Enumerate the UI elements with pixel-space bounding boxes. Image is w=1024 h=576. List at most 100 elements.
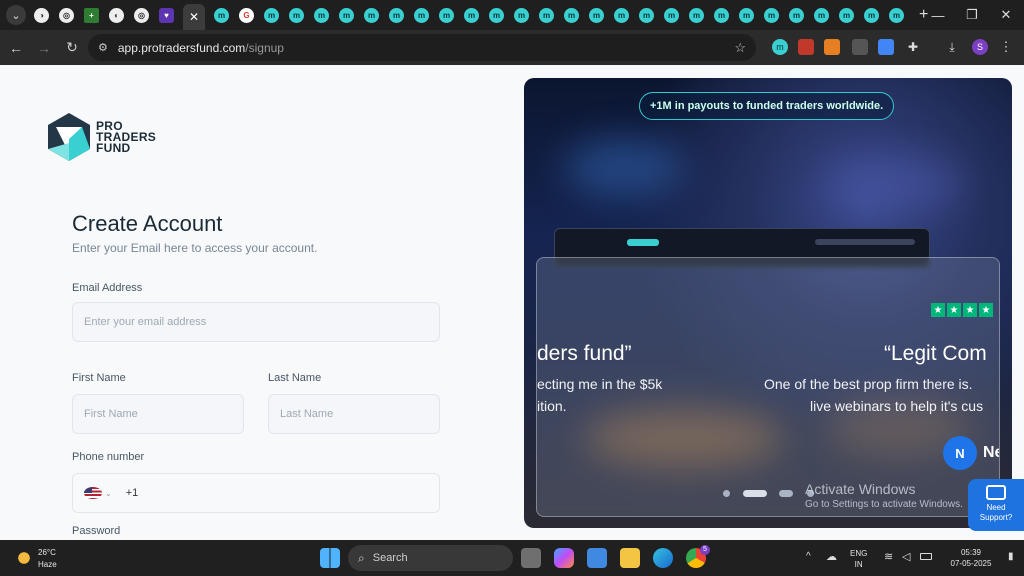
tab-favicon[interactable]: m xyxy=(864,7,879,23)
tab-favicon[interactable]: m xyxy=(764,7,779,23)
download-icon[interactable]: ⤓ xyxy=(944,39,960,55)
tab-favicon[interactable]: m xyxy=(739,7,754,23)
tab-favicon[interactable]: m xyxy=(539,7,554,23)
extension-icon[interactable] xyxy=(824,39,840,55)
tab-favicon[interactable]: G xyxy=(239,7,254,23)
review-quote-left: ders fund” xyxy=(537,342,632,365)
page-subtitle: Enter your Email here to access your acc… xyxy=(72,241,318,255)
task-view-icon[interactable] xyxy=(521,548,541,568)
store-icon[interactable] xyxy=(587,548,607,568)
tab-favicon[interactable]: m xyxy=(789,7,804,23)
active-tab[interactable]: ✕ xyxy=(183,4,205,30)
wifi-icon[interactable]: ≋ xyxy=(884,550,893,563)
tab-search-icon[interactable]: ⌄ xyxy=(6,5,26,25)
chevron-down-icon[interactable]: ⌄ xyxy=(105,489,112,498)
password-label: Password xyxy=(72,525,121,537)
tab-favicon[interactable]: m xyxy=(364,7,379,23)
tab-favicon[interactable]: m xyxy=(839,7,854,23)
tab-favicon[interactable]: m xyxy=(264,7,279,23)
tab-favicon[interactable]: ◎ xyxy=(59,7,74,23)
minimize-icon[interactable]: — xyxy=(920,0,956,30)
last-name-label: Last Name xyxy=(268,372,322,384)
browser-toolbar: ← → ↻ ⚙ app.protradersfund.com/signup ☆ … xyxy=(0,30,1024,65)
tab-favicon[interactable]: m xyxy=(489,7,504,23)
email-input[interactable]: Enter your email address xyxy=(72,302,440,342)
chevron-up-icon[interactable]: ^ xyxy=(806,551,811,562)
cloud-icon[interactable]: ☁ xyxy=(826,550,837,563)
clock[interactable]: 05:39 07-05-2025 xyxy=(944,547,998,569)
tab-favicon[interactable]: m xyxy=(339,7,354,23)
window-close-icon[interactable]: ✕ xyxy=(988,0,1024,30)
tab-favicon[interactable]: m xyxy=(214,7,229,23)
carousel-dot[interactable] xyxy=(743,490,767,497)
star-icon: ★ xyxy=(979,303,993,317)
copilot-icon[interactable] xyxy=(554,548,574,568)
lang-indicator[interactable]: ENG IN xyxy=(850,548,867,570)
tab-favicon[interactable]: m xyxy=(689,7,704,23)
close-icon[interactable]: ✕ xyxy=(189,10,199,24)
tab-favicon[interactable]: ◎ xyxy=(134,7,149,23)
logo[interactable]: PRO TRADERS FUND xyxy=(48,113,156,161)
back-icon[interactable]: ← xyxy=(4,40,28,56)
volume-icon[interactable]: ◁ xyxy=(902,550,910,563)
battery-icon[interactable] xyxy=(920,553,932,560)
menu-icon[interactable]: ⋮ xyxy=(998,39,1014,55)
phone-input[interactable]: ⌄ +1 xyxy=(72,473,440,513)
extension-icon[interactable] xyxy=(852,39,868,55)
star-icon: ★ xyxy=(963,303,977,317)
profile-avatar[interactable]: S xyxy=(972,39,988,55)
weather-temp: 26°C xyxy=(38,548,56,557)
logo-mark-icon xyxy=(48,113,90,161)
url-text: app.protradersfund.com/signup xyxy=(117,40,284,55)
maximize-icon[interactable]: ❐ xyxy=(954,0,990,30)
tab-favicon[interactable]: m xyxy=(889,7,904,23)
reload-icon[interactable]: ↻ xyxy=(60,39,84,56)
tab-favicon[interactable]: m xyxy=(464,7,479,23)
us-flag-icon[interactable] xyxy=(84,487,102,499)
browser-tab-strip: ⌄ ◑ ◎ + ◐ ◎ ♥ ✕ m G m m m m m m m m m m … xyxy=(0,0,1024,30)
notification-icon[interactable]: ▮ xyxy=(1008,551,1014,562)
extension-icon[interactable]: m xyxy=(772,39,788,55)
support-button[interactable]: Need Support? xyxy=(968,479,1024,531)
activate-windows-watermark: Activate Windows Go to Settings to activ… xyxy=(805,481,963,510)
page-title: Create Account xyxy=(72,211,223,236)
testimonial-card: ★ ★ ★ ★ ders fund” ecting me in the $5k … xyxy=(536,257,1000,517)
puzzle-icon[interactable]: ✚ xyxy=(905,39,921,55)
address-bar[interactable]: ⚙ app.protradersfund.com/signup ☆ xyxy=(88,34,756,61)
tab-favicon[interactable]: + xyxy=(84,7,99,23)
tab-favicon[interactable]: m xyxy=(439,7,454,23)
forward-icon[interactable]: → xyxy=(32,40,56,56)
tab-favicon[interactable]: m xyxy=(814,7,829,23)
site-info-icon[interactable]: ⚙ xyxy=(98,41,108,54)
weather-icon[interactable] xyxy=(14,548,34,568)
tab-favicon[interactable]: ◑ xyxy=(34,7,49,23)
tab-favicon[interactable]: m xyxy=(614,7,629,23)
carousel-dot[interactable] xyxy=(779,490,793,497)
edge-icon[interactable] xyxy=(653,548,673,568)
translate-icon[interactable] xyxy=(878,39,894,55)
tab-favicon[interactable]: m xyxy=(289,7,304,23)
email-label: Email Address xyxy=(72,282,143,294)
tab-favicon[interactable]: m xyxy=(639,7,654,23)
tab-favicon[interactable]: ♥ xyxy=(159,7,174,23)
first-name-input[interactable]: First Name xyxy=(72,394,244,434)
extension-icon[interactable] xyxy=(798,39,814,55)
file-explorer-icon[interactable] xyxy=(620,548,640,568)
tab-favicon[interactable]: m xyxy=(589,7,604,23)
tab-favicon[interactable]: m xyxy=(714,7,729,23)
last-name-input[interactable]: Last Name xyxy=(268,394,440,434)
carousel-dot[interactable] xyxy=(723,490,730,497)
bookmark-star-icon[interactable]: ☆ xyxy=(734,40,746,56)
tab-favicon[interactable]: m xyxy=(664,7,679,23)
taskbar-search[interactable]: ⌕ Search xyxy=(348,545,513,571)
tab-favicon[interactable]: m xyxy=(314,7,329,23)
phone-country-code: +1 xyxy=(125,487,139,499)
tab-favicon[interactable]: m xyxy=(389,7,404,23)
tab-favicon[interactable]: ◐ xyxy=(109,7,124,23)
tab-favicon[interactable]: m xyxy=(414,7,429,23)
windows-start-icon[interactable] xyxy=(320,548,340,568)
star-icon: ★ xyxy=(931,303,945,317)
tab-favicon[interactable]: m xyxy=(564,7,579,23)
page-content: PRO TRADERS FUND Create Account Enter yo… xyxy=(0,65,1024,540)
tab-favicon[interactable]: m xyxy=(514,7,529,23)
